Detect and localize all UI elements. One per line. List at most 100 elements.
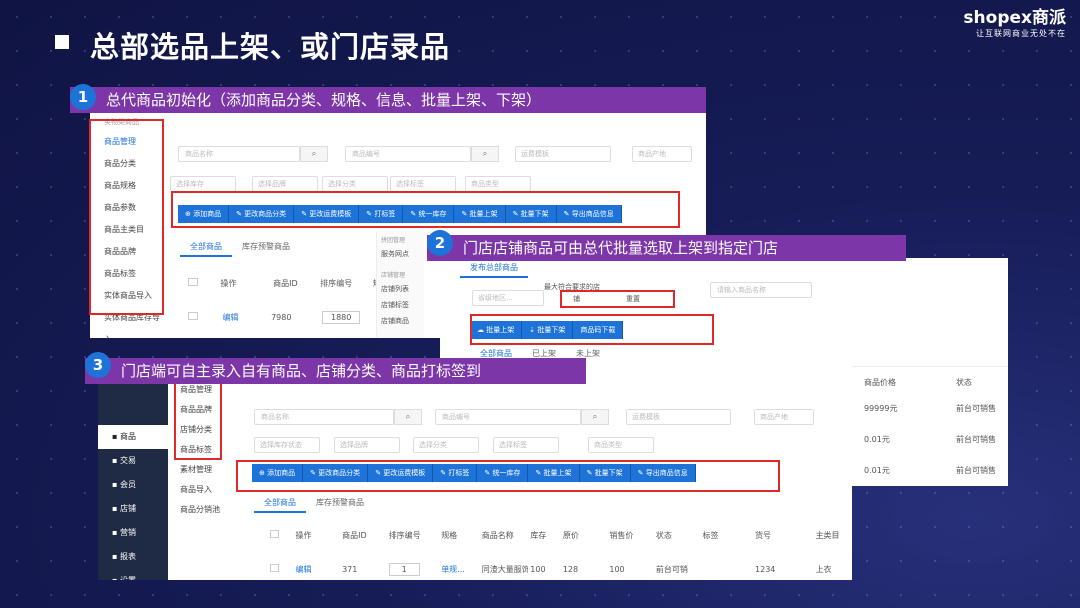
filter-category[interactable]: 选择分类	[322, 176, 388, 192]
table-row: 编辑 7980 1880	[188, 311, 361, 324]
panel2-tabs-top: 发布总部商品	[460, 258, 528, 278]
highlight-chips	[560, 290, 675, 308]
nav-item-settings[interactable]: ▪ 设置	[98, 569, 168, 580]
nav-item-members[interactable]: ▪ 会员	[98, 473, 168, 497]
col-sku: 货号	[755, 531, 772, 540]
search-icon[interactable]: ⌕	[300, 146, 328, 162]
col-spec: 规格	[441, 531, 458, 540]
cell-price: 0.01元	[864, 435, 890, 444]
col-id: 商品ID	[273, 279, 298, 288]
filter-brand[interactable]: 选择品牌	[252, 176, 318, 192]
submenu-materials[interactable]: 素材管理	[172, 460, 240, 480]
nav-label: 营销	[119, 528, 136, 537]
step-3-badge: 3	[85, 352, 111, 378]
tab-all-products[interactable]: 全部商品	[254, 493, 306, 513]
col-action: 操作	[220, 279, 237, 288]
col-id: 商品ID	[342, 531, 367, 540]
col-sort: 排序编号	[320, 279, 353, 288]
panel3-table-header: 操作 商品ID 排序编号 规格 商品名称 库存 原价 销售价 状态 标签 货号 …	[270, 530, 840, 541]
cell-stock: 100	[530, 565, 546, 574]
sort-input[interactable]: 1880	[322, 311, 361, 324]
filter-type[interactable]: 商品类型	[588, 437, 654, 453]
row-checkbox[interactable]	[188, 312, 198, 320]
filter-brand[interactable]: 选择品牌	[334, 437, 400, 453]
filter-stock[interactable]: 选择库存	[170, 176, 236, 192]
edit-link[interactable]: 编辑	[223, 313, 239, 322]
nav-item-orders[interactable]: ▪ 交易	[98, 449, 168, 473]
store-logo-area	[98, 380, 168, 425]
search-icon[interactable]: ⌕	[581, 409, 609, 425]
nav-item-products[interactable]: ▪ 商品	[98, 425, 168, 449]
nav-item-marketing[interactable]: ▪ 营销	[98, 521, 168, 545]
product-code-input[interactable]: 商品编号	[345, 146, 471, 162]
cell-spec[interactable]: 单规...	[441, 564, 479, 575]
origin-select[interactable]: 商品产地	[632, 146, 692, 162]
col-orig-price: 原价	[562, 531, 579, 540]
cell-main-category: 上衣	[815, 565, 832, 574]
nav-label: 报表	[119, 552, 136, 561]
submenu-import[interactable]: 商品导入	[172, 480, 240, 500]
nav-label: 交易	[119, 456, 136, 465]
step-2-bar: 门店店铺商品可由总代批量选取上架到指定门店	[427, 235, 906, 261]
shipping-template-select[interactable]: 运费模板	[515, 146, 611, 162]
step-3-bar: 门店端可自主录入自有商品、店铺分类、商品打标签到	[85, 358, 586, 384]
select-all-checkbox[interactable]	[270, 530, 279, 538]
row-checkbox[interactable]	[270, 564, 279, 572]
col-name: 商品名称	[481, 531, 514, 540]
cell-status: 前台可销售	[956, 404, 996, 413]
store-nav: ▪ 商品 ▪ 交易 ▪ 会员 ▪ 店铺 ▪ 营销 ▪ 报表 ▪ 设置	[98, 380, 168, 580]
panel1-table-header: 操作 商品ID 排序编号 规格	[188, 278, 389, 289]
brand-logo: shopex商派 让互联网商业无处不在	[963, 3, 1066, 39]
tab-stock-warning[interactable]: 库存预警商品	[306, 493, 374, 513]
submenu-shop-products[interactable]: 店铺商品	[377, 313, 424, 329]
panel2-table: 商品价格 状态 99999元 前台可销售 0.01元 前台可销售 0.01元 前…	[852, 366, 1008, 486]
highlight-bulk-buttons	[470, 314, 714, 345]
submenu-shop-manage[interactable]: 店铺管理	[377, 262, 424, 281]
submenu-distribution[interactable]: 商品分销池	[172, 500, 240, 520]
filter-category[interactable]: 选择分类	[413, 437, 479, 453]
slide: 总部选品上架、或门店录品 shopex商派 让互联网商业无处不在 实物类商品 商…	[0, 0, 1080, 608]
tab-stock-warning[interactable]: 库存预警商品	[232, 237, 300, 257]
submenu-shop-tags[interactable]: 店铺标签	[377, 297, 424, 313]
highlight-store-action-bar	[236, 460, 780, 492]
region-select[interactable]: 省级地区...	[472, 290, 544, 306]
origin-select[interactable]: 商品产地	[754, 409, 814, 425]
nav-item-reports[interactable]: ▪ 报表	[98, 545, 168, 569]
search-icon[interactable]: ⌕	[471, 146, 499, 162]
highlight-sidebar	[89, 119, 164, 315]
highlight-store-submenu	[174, 378, 222, 460]
filter-type[interactable]: 商品类型	[465, 176, 531, 192]
tab-all-products[interactable]: 全部商品	[180, 237, 232, 257]
step-2-badge: 2	[427, 230, 453, 256]
shipping-template-select[interactable]: 运费模板	[626, 409, 731, 425]
cell-price: 100	[609, 565, 625, 574]
edit-link[interactable]: 编辑	[296, 564, 340, 575]
submenu-group-pintuan[interactable]: 拼团管理	[377, 231, 424, 246]
sort-input[interactable]: 1	[388, 563, 420, 576]
cell-id: 371	[342, 565, 358, 574]
cell-status: 前台可销售	[956, 435, 996, 444]
col-sort: 排序编号	[388, 531, 421, 540]
col-stock: 库存	[530, 531, 547, 540]
product-name-input[interactable]: 商品名称	[178, 146, 300, 162]
nav-item-shop[interactable]: ▪ 店铺	[98, 497, 168, 521]
search-icon[interactable]: ⌕	[394, 409, 422, 425]
product-code-input[interactable]: 商品编号	[435, 409, 581, 425]
select-all-checkbox[interactable]	[188, 278, 198, 286]
submenu-service-point[interactable]: 服务网点	[377, 246, 424, 262]
panel1-tabs: 全部商品 库存预警商品	[180, 237, 300, 257]
product-name-input[interactable]: 商品名称	[254, 409, 394, 425]
step-1-bar: 总代商品初始化（添加商品分类、规格、信息、批量上架、下架）	[70, 87, 706, 113]
product-search-input[interactable]: 请输入商品名称	[710, 282, 812, 298]
slide-title: 总部选品上架、或门店录品	[90, 30, 451, 64]
submenu-shop-list[interactable]: 店铺列表	[377, 281, 424, 297]
cell-sku: 1234	[755, 565, 776, 574]
filter-tag[interactable]: 选择标签	[493, 437, 559, 453]
filter-stock-status[interactable]: 选择库存状态	[254, 437, 320, 453]
panel3-tabs: 全部商品 库存预警商品	[254, 493, 374, 513]
filter-tag[interactable]: 选择标签	[390, 176, 456, 192]
highlight-action-bar	[171, 191, 680, 228]
table-row: 编辑 371 1 单规... 同渣大量服饰上装 100 128 100 前台可销…	[270, 563, 832, 576]
col-status: 状态	[956, 378, 972, 387]
tab-publish-hq[interactable]: 发布总部商品	[460, 258, 528, 278]
